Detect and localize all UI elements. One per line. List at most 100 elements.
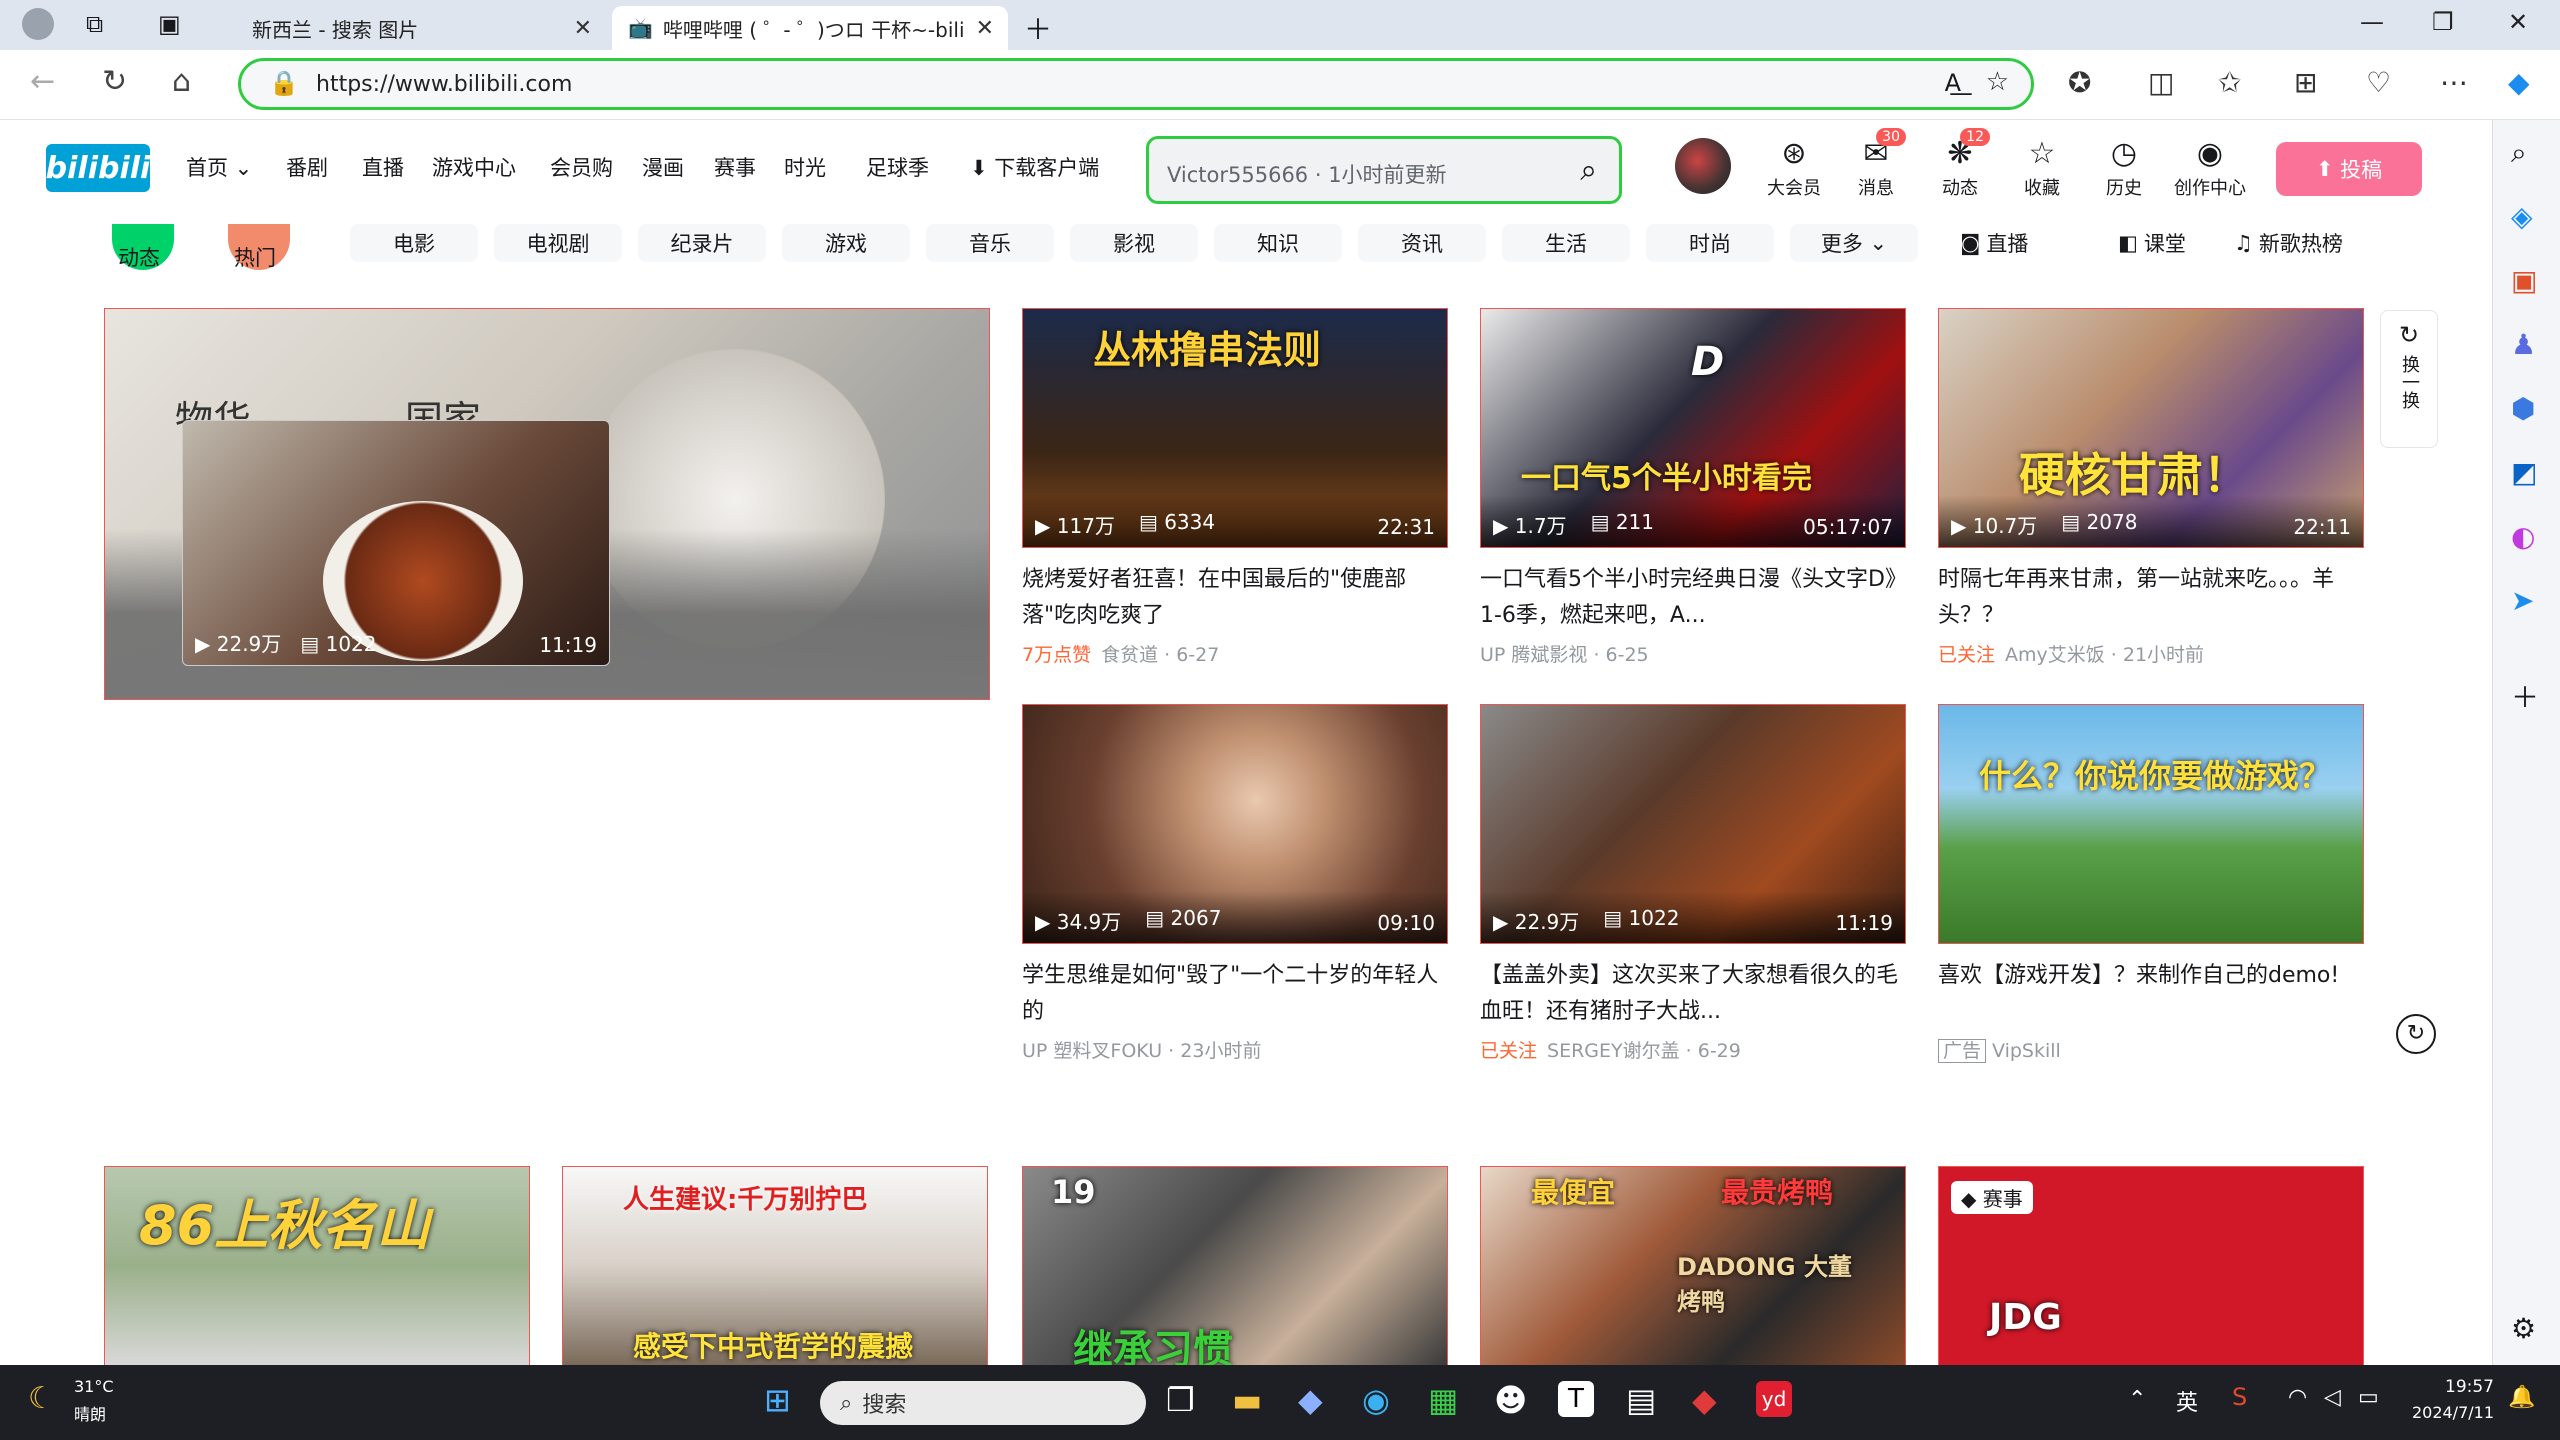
minimize-button[interactable]: —: [2360, 8, 2384, 36]
header-favorites[interactable]: ☆ 收藏: [2012, 134, 2072, 200]
address-bar[interactable]: 🔒 https://www.bilibili.com A͟ ☆: [238, 58, 2034, 110]
more-menu-icon[interactable]: ⋯: [2440, 66, 2468, 99]
refresh-feed-button[interactable]: ↻ 换一换: [2380, 310, 2438, 448]
outlook-icon[interactable]: ◩: [2511, 456, 2537, 489]
search-input[interactable]: Victor555666 · 1小时前更新: [1167, 159, 1447, 189]
extensions-icon[interactable]: ✪: [2068, 66, 2091, 99]
ime-indicator[interactable]: 英: [2176, 1385, 2198, 1417]
nav-download-client[interactable]: ⬇ 下载客户端: [970, 152, 1099, 182]
close-window-button[interactable]: ✕: [2508, 8, 2528, 36]
tray-chevron-icon[interactable]: ⌃: [2128, 1387, 2146, 1412]
home-icon[interactable]: ⌂: [172, 64, 191, 99]
notification-icon[interactable]: 🔔: [2508, 1385, 2535, 1410]
video-thumbnail[interactable]: ▶ 34.9万 ▤ 2067 09:10: [1022, 704, 1448, 944]
nav-home[interactable]: 首页 ⌄: [186, 152, 252, 182]
header-history[interactable]: ◷ 历史: [2094, 134, 2154, 200]
clock-date[interactable]: 2024/7/11: [2402, 1403, 2494, 1422]
video-thumbnail[interactable]: ◆ 赛事 JDG: [1938, 1166, 2364, 1365]
header-messages[interactable]: ✉ 消息 30: [1846, 128, 1906, 200]
tab-search-images[interactable]: 新西兰 - 搜索 图片 ✕: [236, 6, 606, 50]
bilibili-logo[interactable]: bilibili: [46, 144, 150, 192]
video-meta[interactable]: 已关注 SERGEY谢尔盖 · 6-29: [1480, 1036, 1741, 1063]
nav-game-center[interactable]: 游戏中心: [432, 152, 516, 182]
chip-documentary[interactable]: 纪录片: [638, 224, 766, 262]
browser-essentials-icon[interactable]: ♡: [2366, 66, 2391, 99]
copilot-app-icon[interactable]: ⬢: [2511, 392, 2535, 425]
weather-temp[interactable]: 31°C: [74, 1377, 114, 1396]
chip-movie[interactable]: 电影: [350, 224, 478, 262]
weather-icon[interactable]: ☾: [28, 1381, 55, 1416]
chip-tv[interactable]: 电视剧: [494, 224, 622, 262]
edge-icon[interactable]: ◉: [1362, 1381, 1390, 1419]
chip-live[interactable]: ◙ 直播: [1960, 226, 2028, 260]
chip-knowledge[interactable]: 知识: [1214, 224, 1342, 262]
chip-classroom[interactable]: ◧ 课堂: [2118, 226, 2186, 260]
video-thumbnail[interactable]: 硬核甘肃！ ▶ 10.7万 ▤ 2078 22:11: [1938, 308, 2364, 548]
header-vip[interactable]: ⊛ 大会员: [1764, 134, 1824, 200]
chip-news[interactable]: 资讯: [1358, 224, 1486, 262]
avatar[interactable]: [1675, 138, 1731, 194]
toolbox-icon[interactable]: ▣: [2511, 264, 2537, 297]
chip-film[interactable]: 影视: [1070, 224, 1198, 262]
sogou-icon[interactable]: S: [2232, 1383, 2247, 1411]
video-meta[interactable]: 已关注 Amy艾米饭 · 21小时前: [1938, 640, 2204, 667]
clock-time[interactable]: 19:57: [2406, 1377, 2494, 1397]
nav-anime[interactable]: 番剧: [286, 152, 328, 182]
ad-meta[interactable]: 广告 VipSkill: [1938, 1036, 2061, 1063]
nav-football[interactable]: 足球季: [866, 152, 929, 182]
carousel-next-button[interactable]: ›: [918, 826, 964, 872]
video-meta[interactable]: UP 腾斌影视 · 6-25: [1480, 640, 1649, 667]
header-dynamic[interactable]: ❋ 动态 12: [1930, 128, 1990, 200]
task-view-icon[interactable]: ❐: [1166, 1381, 1195, 1419]
search-icon[interactable]: ⌕: [1580, 153, 1597, 188]
qq-icon[interactable]: ☻: [1494, 1381, 1527, 1419]
cat-dynamic[interactable]: 动态: [118, 242, 160, 272]
close-tab-icon[interactable]: ✕: [976, 16, 994, 41]
nav-esports[interactable]: 赛事: [714, 152, 756, 182]
chip-life[interactable]: 生活: [1502, 224, 1630, 262]
chip-new-songs[interactable]: ♫ 新歌热榜: [2234, 226, 2343, 260]
people-icon[interactable]: ♟: [2511, 328, 2536, 361]
close-tab-icon[interactable]: ✕: [574, 16, 592, 41]
weather-desc[interactable]: 晴朗: [74, 1401, 106, 1425]
file-explorer-icon[interactable]: ▬: [1232, 1381, 1262, 1419]
tab-bilibili[interactable]: 📺 哔哩哔哩 ( ゜- ゜)つロ 干杯~-bili ✕: [612, 6, 1008, 50]
pycharm-icon[interactable]: ▦: [1428, 1381, 1458, 1419]
favorite-star-icon[interactable]: ☆: [1986, 67, 2009, 97]
carousel-dots[interactable]: [134, 896, 356, 918]
cat-hot[interactable]: 热门: [234, 242, 276, 272]
nav-mall[interactable]: 会员购: [550, 152, 613, 182]
video-thumbnail[interactable]: 最便宜 最贵烤鸭 DADONG 大董 烤鸭: [1480, 1166, 1906, 1365]
typora-icon[interactable]: T: [1558, 1381, 1594, 1417]
chip-more[interactable]: 更多 ⌄: [1790, 224, 1918, 262]
workspaces-icon[interactable]: ⧉: [86, 10, 103, 38]
feed-refresh-circle-icon[interactable]: ↻: [2396, 1014, 2436, 1054]
favorites-icon[interactable]: ✩: [2218, 66, 2241, 99]
read-aloud-icon[interactable]: A͟: [1945, 69, 1961, 97]
video-meta[interactable]: UP 塑料叉FOKU · 23小时前: [1022, 1036, 1261, 1063]
app-icon[interactable]: ◆: [1298, 1381, 1323, 1419]
chip-music[interactable]: 音乐: [926, 224, 1054, 262]
back-icon[interactable]: ←: [30, 64, 55, 99]
git-icon[interactable]: ◆: [1692, 1381, 1717, 1419]
video-title[interactable]: 【盖盖外卖】这次买来了大家想看很久的毛血旺！还有猪肘子大战...: [1480, 958, 1906, 1030]
carousel-inset-video[interactable]: ▶ 22.9万 ▤ 1022 11:19: [182, 420, 610, 666]
tag-icon[interactable]: ◈: [2511, 200, 2533, 233]
battery-icon[interactable]: ▭: [2358, 1385, 2379, 1410]
video-title[interactable]: 时隔七年再来甘肃，第一站就来吃。。。羊头？？: [1938, 562, 2364, 634]
search-icon[interactable]: ⌕: [2511, 136, 2527, 170]
wifi-icon[interactable]: ◠: [2288, 1385, 2307, 1410]
tab-actions-icon[interactable]: ▣: [158, 10, 181, 38]
nav-live[interactable]: 直播: [362, 152, 404, 182]
search-box[interactable]: Victor555666 · 1小时前更新 ⌕: [1146, 136, 1622, 204]
send-icon[interactable]: ➤: [2511, 584, 2534, 617]
calculator-icon[interactable]: ▤: [1626, 1381, 1656, 1419]
ad-thumbnail[interactable]: 什么？你说你要做游戏？: [1938, 704, 2364, 944]
split-screen-icon[interactable]: ◫: [2148, 66, 2174, 99]
carousel-title[interactable]: 参与活动领雪景寒林图「联动衣装: [130, 832, 520, 869]
ad-title[interactable]: 喜欢【游戏开发】？来制作自己的demo!: [1938, 958, 2364, 1030]
volume-icon[interactable]: ◁: [2324, 1385, 2341, 1410]
taskbar-search[interactable]: ⌕ 搜索: [820, 1381, 1146, 1425]
nav-time[interactable]: 时光: [784, 152, 826, 182]
collections-icon[interactable]: ⊞: [2294, 66, 2317, 99]
